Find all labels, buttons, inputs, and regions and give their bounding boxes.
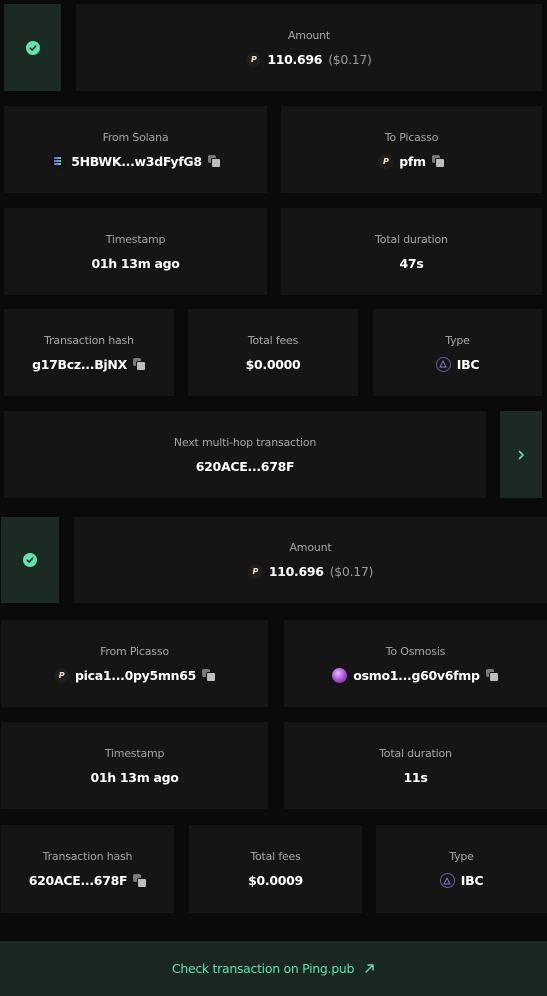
copy-icon[interactable]: [133, 874, 147, 888]
status-success-1: [4, 4, 61, 91]
tx-hash-card-1: Transaction hash g17Bcz...BjNX: [4, 309, 174, 396]
copy-icon[interactable]: [202, 668, 216, 682]
fees-card-1: Total fees $0.0000: [188, 309, 358, 396]
amount-card-1: Amount P 110.696 ($0.17): [76, 4, 542, 91]
chevron-right-icon: [518, 450, 524, 459]
amount-label: Amount: [287, 28, 331, 42]
timestamp-card-2: Timestamp 01h 13m ago: [1, 722, 268, 809]
timestamp-label: Timestamp: [105, 232, 166, 246]
from-card-1: From Solana 5HBWK...w3dFyfG8: [4, 106, 267, 193]
tx-hash-label: Transaction hash: [42, 850, 133, 863]
fees-value: $0.0009: [248, 873, 303, 888]
picasso-token-icon: P: [378, 153, 394, 169]
ibc-icon: [435, 356, 451, 372]
duration-card-1: Total duration 47s: [281, 208, 542, 295]
to-label: To Osmosis: [385, 644, 446, 658]
amount-label: Amount: [289, 541, 332, 554]
copy-icon[interactable]: [485, 668, 500, 682]
fees-value: $0.0000: [245, 356, 301, 372]
copy-icon[interactable]: [207, 154, 222, 168]
type-value: IBC: [460, 873, 484, 888]
from-address: pica1...0py5mn65: [74, 667, 197, 683]
amount-usd: ($0.17): [328, 51, 372, 67]
from-card-2: From Picasso P pica1...0py5mn65: [1, 620, 268, 707]
timestamp-card-1: Timestamp 01h 13m ago: [4, 208, 267, 295]
timestamp-label: Timestamp: [104, 746, 165, 760]
next-hop-label: Next multi-hop transaction: [173, 435, 317, 449]
status-success-2: [1, 517, 59, 603]
ibc-icon: [439, 873, 455, 888]
amount-usd: ($0.17): [329, 564, 374, 579]
check-icon: [23, 553, 37, 567]
check-transaction-label: Check transaction on Ping.pub: [171, 961, 355, 976]
timestamp-value: 01h 13m ago: [91, 255, 180, 271]
to-address: osmo1...g60v6fmp: [353, 667, 480, 683]
timestamp-value: 01h 13m ago: [90, 769, 179, 785]
picasso-token-icon: P: [53, 667, 69, 683]
solana-icon: [50, 153, 66, 169]
fees-label: Total fees: [247, 333, 299, 347]
duration-value: 11s: [403, 769, 428, 785]
type-card-2: Type IBC: [376, 825, 547, 913]
check-icon: [25, 40, 40, 55]
picasso-token-icon: P: [247, 564, 263, 579]
duration-label: Total duration: [379, 746, 452, 760]
next-hop-button[interactable]: [500, 411, 542, 498]
to-address: pfm: [399, 153, 426, 169]
to-card-2: To Osmosis osmo1...g60v6fmp: [284, 620, 547, 707]
duration-card-2: Total duration 11s: [284, 722, 547, 809]
fees-label: Total fees: [250, 850, 301, 863]
picasso-token-icon: P: [246, 51, 262, 67]
type-label: Type: [445, 333, 470, 347]
from-label: From Picasso: [100, 644, 169, 658]
to-card-1: To Picasso P pfm: [281, 106, 542, 193]
from-label: From Solana: [102, 130, 169, 144]
amount-value: 110.696: [267, 51, 323, 67]
copy-icon[interactable]: [431, 154, 446, 168]
from-address: 5HBWK...w3dFyfG8: [71, 153, 202, 169]
amount-value: 110.696: [268, 564, 324, 579]
next-hop-card[interactable]: Next multi-hop transaction 620ACE...678F: [4, 411, 486, 498]
external-link-arrow-icon: [365, 964, 374, 973]
type-label: Type: [449, 850, 474, 863]
tx-hash-card-2: Transaction hash 620ACE...678F: [1, 825, 174, 913]
tx-hash-value: 620ACE...678F: [28, 873, 128, 888]
check-transaction-link[interactable]: Check transaction on Ping.pub: [0, 941, 547, 996]
copy-icon[interactable]: [132, 357, 147, 371]
type-card-1: Type IBC: [373, 309, 542, 396]
duration-label: Total duration: [375, 232, 448, 246]
tx-hash-label: Transaction hash: [44, 333, 134, 347]
amount-card-2: Amount P 110.696 ($0.17): [74, 517, 547, 603]
tx-hash-value: g17Bcz...BjNX: [32, 356, 127, 372]
to-label: To Picasso: [384, 130, 439, 144]
fees-card-2: Total fees $0.0009: [189, 825, 362, 913]
next-hop-value: 620ACE...678F: [195, 458, 295, 474]
osmosis-icon: [332, 667, 348, 683]
type-value: IBC: [456, 356, 480, 372]
duration-value: 47s: [399, 255, 424, 271]
